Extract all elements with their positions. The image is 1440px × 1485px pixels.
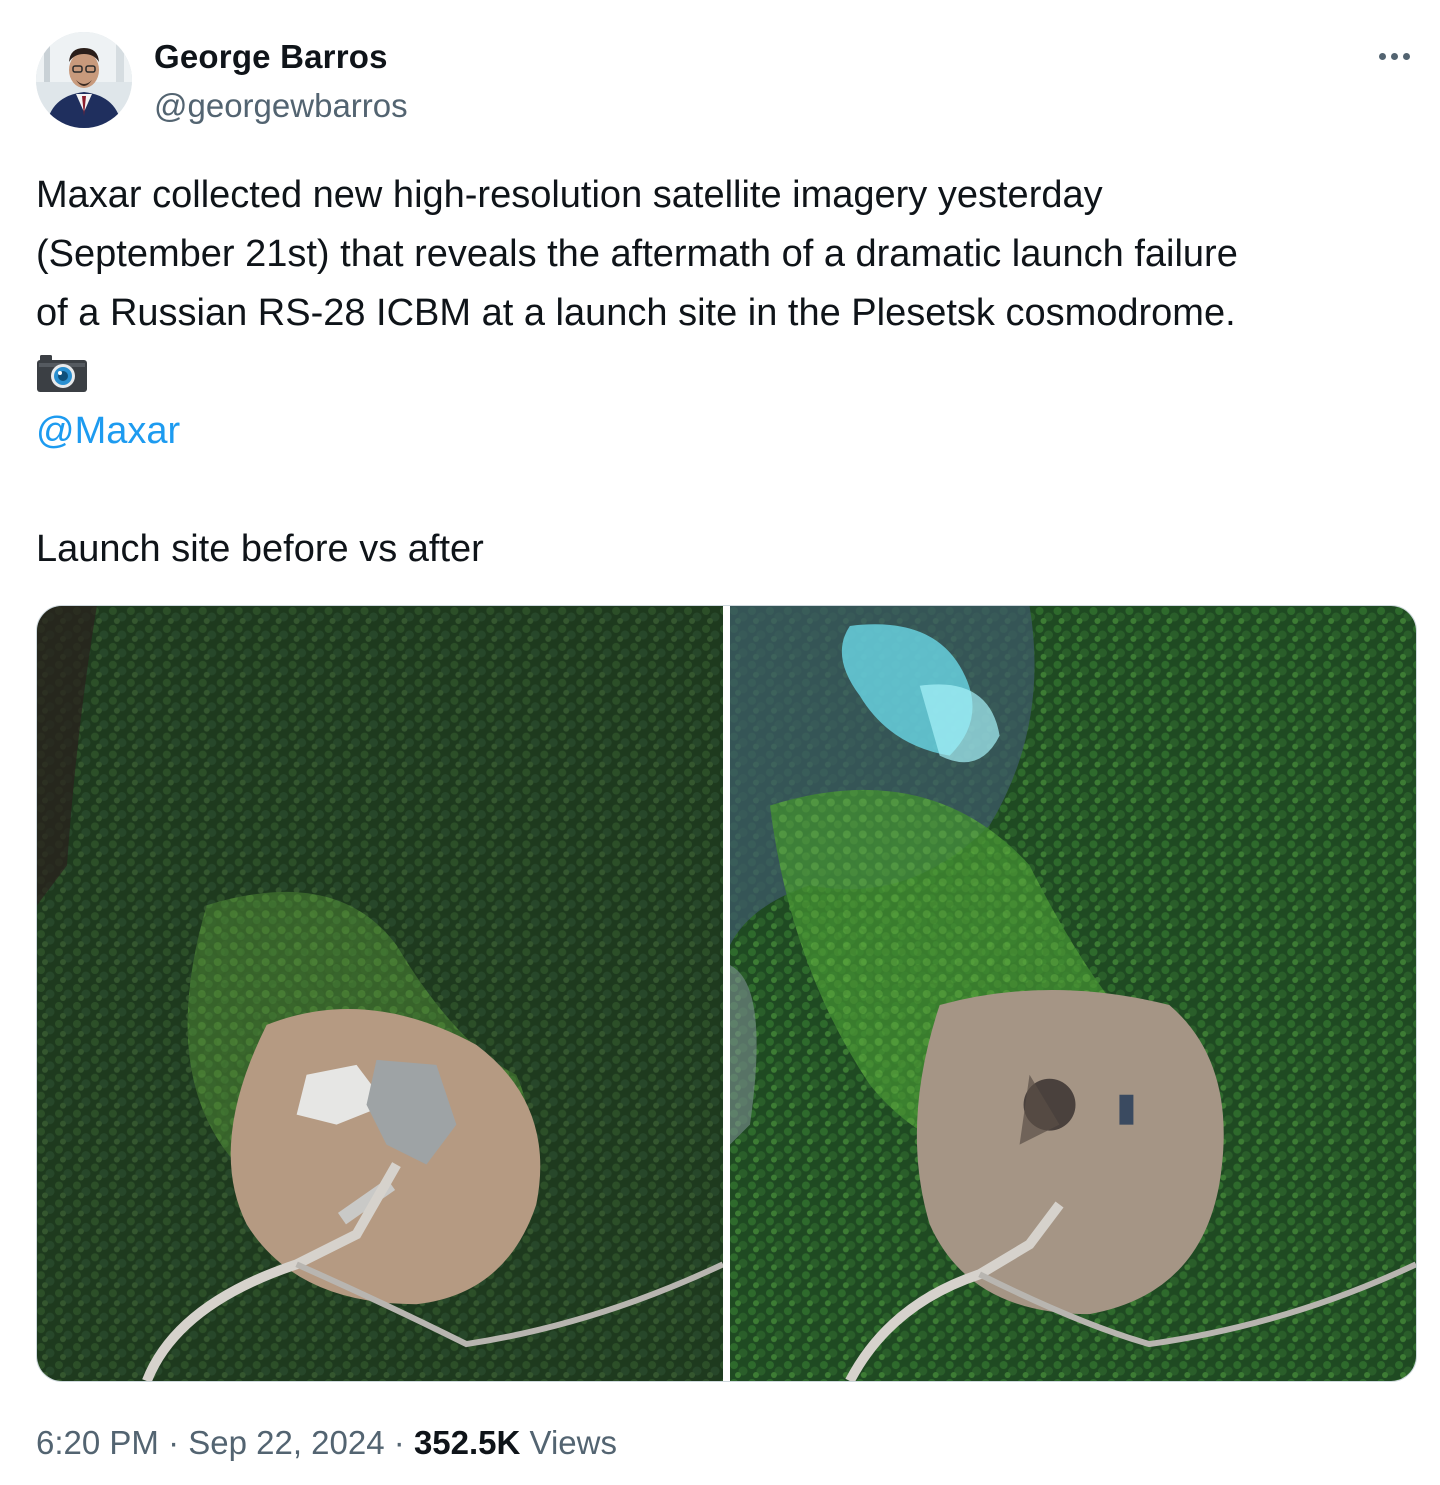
- media-image-after[interactable]: [730, 606, 1416, 1381]
- camera-icon: [37, 354, 87, 392]
- mention-link[interactable]: @Maxar: [36, 402, 180, 461]
- more-dot-icon: [1378, 52, 1386, 60]
- meta-separator: ·: [393, 1424, 405, 1461]
- satellite-image-after-icon: [730, 606, 1416, 1381]
- tweet-text-line: (September 21st) that reveals the afterm…: [36, 233, 1238, 275]
- author-display-name[interactable]: George Barros: [154, 38, 388, 76]
- media-grid: [36, 605, 1417, 1382]
- tweet-date: Sep 22, 2024: [188, 1424, 385, 1461]
- more-dot-icon: [1390, 52, 1398, 60]
- text-spacer: [36, 461, 1416, 520]
- more-options-button[interactable]: [1372, 40, 1416, 72]
- tweet-timestamp[interactable]: 6:20 PM · Sep 22, 2024: [36, 1424, 385, 1461]
- meta-separator: ·: [168, 1424, 180, 1461]
- author-handle[interactable]: @georgewbarros: [154, 87, 408, 125]
- tweet-text-line: of a Russian RS-28 ICBM at a launch site…: [36, 292, 1236, 334]
- tweet-time: 6:20 PM: [36, 1424, 159, 1461]
- tweet-caption: Launch site before vs after: [36, 528, 484, 570]
- media-image-before[interactable]: [37, 606, 723, 1381]
- camera-emoji-line: [36, 343, 1416, 402]
- satellite-image-before-icon: [37, 606, 723, 1381]
- views-label: Views: [529, 1424, 617, 1461]
- avatar-image: [36, 32, 132, 128]
- avatar[interactable]: [36, 32, 132, 128]
- views-link[interactable]: 352.5K Views: [414, 1424, 617, 1461]
- tweet-meta: 6:20 PM · Sep 22, 2024 · 352.5K Views: [36, 1424, 617, 1462]
- tweet: George Barros @georgewbarros Maxar colle…: [0, 0, 1440, 1485]
- tweet-text: Maxar collected new high-resolution sate…: [36, 166, 1416, 579]
- views-count: 352.5K: [413, 1424, 521, 1461]
- more-dot-icon: [1402, 52, 1410, 60]
- tweet-text-line: Maxar collected new high-resolution sate…: [36, 174, 1103, 216]
